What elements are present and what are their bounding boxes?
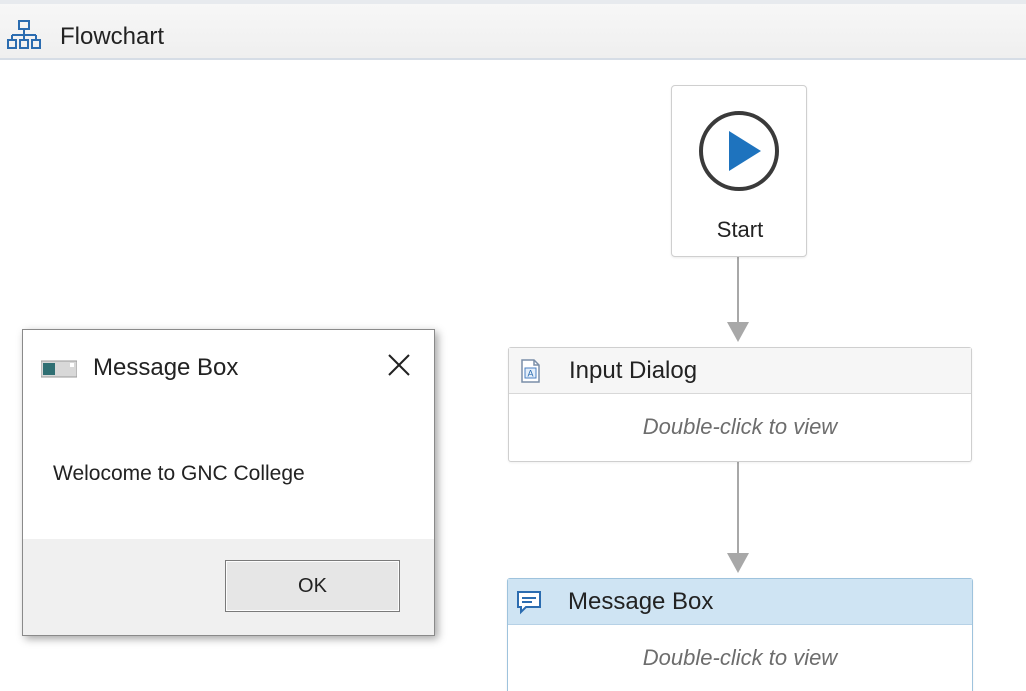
flowchart-header: Flowchart: [0, 0, 1026, 60]
app-window-icon: [41, 360, 77, 378]
dialog-message: Welocome to GNC College: [53, 462, 305, 485]
activity-header: A Input Dialog: [509, 348, 971, 394]
connector-arrow-input: [727, 322, 749, 342]
activity-hint: Double-click to view: [642, 645, 838, 670]
activity-title: Message Box: [568, 588, 714, 615]
dialog-title: Message Box: [93, 354, 239, 381]
dialog-footer: OK: [23, 539, 434, 635]
flowchart-title: Flowchart: [60, 23, 165, 50]
flowchart-icon: [7, 20, 41, 49]
play-icon: [699, 111, 779, 191]
dialog-titlebar: Message Box: [23, 330, 434, 406]
message-box-activity[interactable]: Message Box Double-click to view: [507, 578, 973, 691]
connector-arrow-message: [727, 553, 749, 573]
message-box-dialog: Message Box Welocome to GNC College OK: [22, 329, 435, 636]
flowchart-designer: Flowchart Start A Input Dialog Double-cl…: [0, 0, 1026, 691]
activity-hint: Double-click to view: [642, 414, 838, 439]
input-dialog-icon: A: [521, 359, 540, 383]
message-box-icon: [517, 591, 541, 615]
activity-title: Input Dialog: [569, 357, 698, 384]
svg-text:A: A: [527, 369, 533, 379]
input-dialog-activity[interactable]: A Input Dialog Double-click to view: [508, 347, 972, 462]
activity-header: Message Box: [508, 579, 972, 625]
ok-button[interactable]: OK: [225, 560, 400, 612]
start-label: Start: [716, 217, 764, 242]
start-node[interactable]: Start: [671, 85, 807, 257]
close-icon[interactable]: [384, 350, 414, 380]
